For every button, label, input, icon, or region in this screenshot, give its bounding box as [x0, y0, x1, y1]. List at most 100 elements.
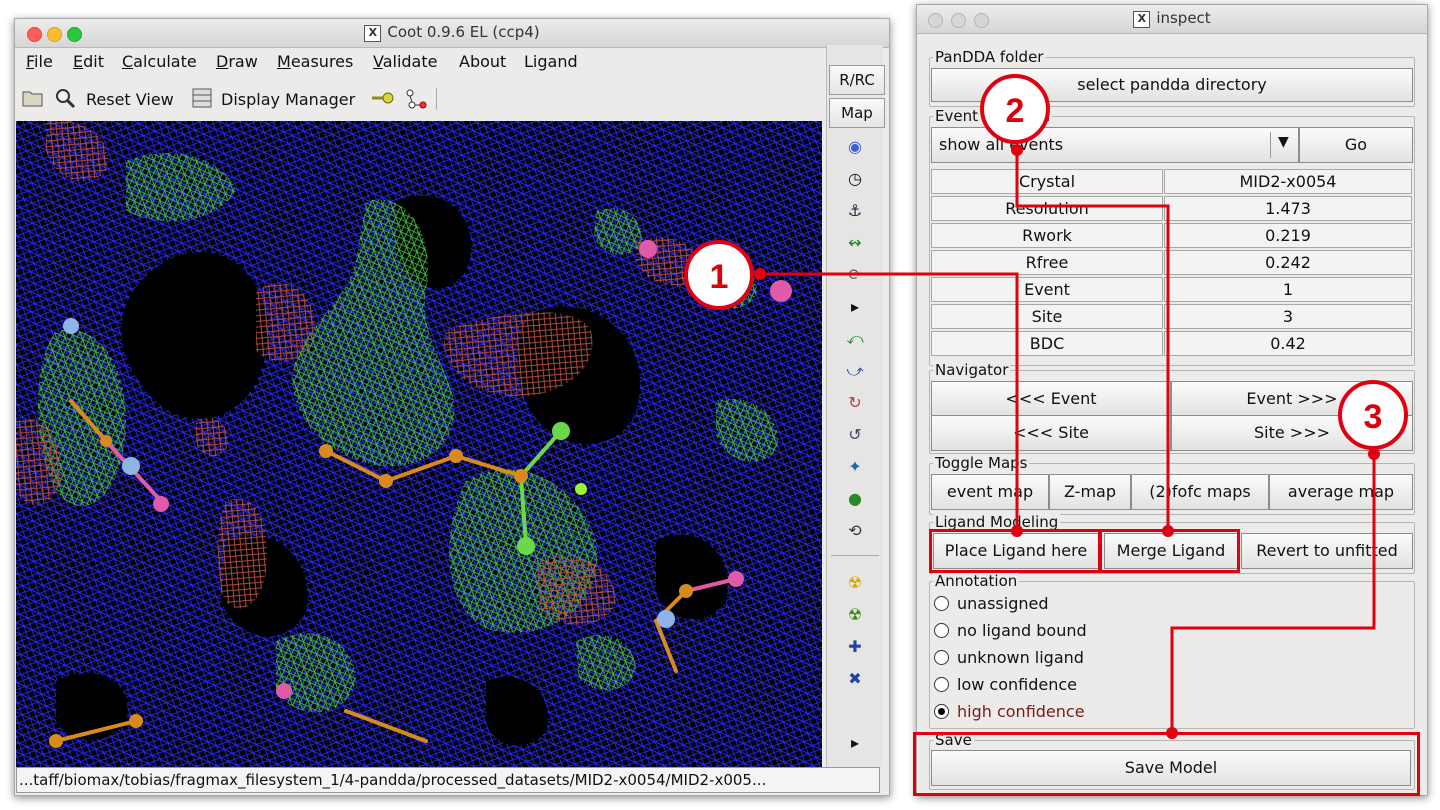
menu-validate-mnemonic: V: [373, 52, 383, 71]
annotation-option-low-confidence[interactable]: low confidence: [934, 674, 1077, 696]
pandda-folder-label: PanDDA folder: [933, 48, 1046, 66]
flip-peptide-icon[interactable]: ✦: [845, 457, 865, 477]
option-label-unknown-ligand: unknown ligand: [957, 648, 1084, 667]
chain-green-icon[interactable]: ⤺: [845, 329, 865, 349]
menu-measures[interactable]: Measures: [277, 52, 353, 71]
annotation-option-unknown-ligand[interactable]: unknown ligand: [934, 647, 1084, 669]
info-value-site: 3: [1164, 304, 1412, 329]
molecule-icon[interactable]: [404, 87, 428, 111]
go-button[interactable]: Go: [1299, 127, 1413, 163]
menu-file[interactable]: File: [26, 52, 53, 71]
annotation-label: Annotation: [933, 572, 1020, 590]
torsion-icon[interactable]: ↺: [845, 425, 865, 445]
highlight-place-ligand: [929, 529, 1101, 573]
display-manager-button[interactable]: Display Manager: [221, 90, 355, 109]
coot-titlebar: X Coot 0.9.6 EL (ccp4): [15, 19, 889, 48]
menu-file-mnemonic: F: [26, 52, 35, 71]
event-map-button[interactable]: event map: [931, 474, 1049, 510]
ligand-modeling-label: Ligand Modeling: [933, 513, 1061, 531]
info-value-crystal: MID2-x0054: [1164, 169, 1412, 194]
navigator-label: Navigator: [933, 361, 1011, 379]
inspect-title: Xinspect: [917, 9, 1427, 28]
map-button[interactable]: Map: [829, 98, 885, 128]
clock-icon[interactable]: ◷: [845, 169, 865, 189]
info-value-event: 1: [1164, 277, 1412, 302]
add-atom-icon[interactable]: ✚: [845, 637, 865, 657]
z-map-button[interactable]: Z-map: [1049, 474, 1131, 510]
highlight-save: [913, 732, 1420, 796]
chain-blue-icon[interactable]: ⤻: [845, 361, 865, 381]
revert-to-unfitted-button[interactable]: Revert to unfitted: [1241, 533, 1413, 569]
info-key-rfree: Rfree: [931, 250, 1163, 275]
option-label-no-ligand: no ligand bound: [957, 621, 1087, 640]
radio-low-confidence[interactable]: [934, 677, 949, 692]
event-filter-dropdown[interactable]: show all events ▼: [931, 127, 1299, 163]
annotation-option-high-confidence[interactable]: high confidence: [934, 701, 1085, 723]
callout-1: 1: [684, 240, 754, 310]
dropdown-separator: [1270, 132, 1271, 158]
expand-arrow-icon[interactable]: ▸: [845, 297, 865, 317]
menu-ligand[interactable]: Ligand: [524, 52, 578, 71]
side-chain-icon[interactable]: ●: [845, 489, 865, 509]
menu-validate-label: alidate: [382, 52, 438, 71]
info-key-event: Event: [931, 277, 1163, 302]
inspect-title-text: inspect: [1156, 9, 1211, 27]
reset-view-button[interactable]: Reset View: [86, 90, 174, 109]
coot-title-text: Coot 0.9.6 EL (ccp4): [387, 23, 540, 41]
anchor-icon[interactable]: ⚓: [845, 201, 865, 221]
info-value-bdc: 0.42: [1164, 331, 1412, 356]
option-label-low-confidence: low confidence: [957, 675, 1077, 694]
menu-about[interactable]: About: [459, 52, 506, 71]
radio-high-confidence[interactable]: [934, 704, 949, 719]
menu-calculate-label: alculate: [133, 52, 197, 71]
menu-validate[interactable]: Validate: [373, 52, 437, 71]
delete-atom-icon[interactable]: ✖: [845, 669, 865, 689]
menubar: File Edit Calculate Draw Measures Valida…: [26, 48, 832, 76]
info-key-site: Site: [931, 304, 1163, 329]
option-label-high-confidence: high confidence: [957, 702, 1085, 721]
rotate-residue-icon[interactable]: ↭: [845, 233, 865, 253]
menu-measures-label: easures: [290, 52, 354, 71]
mutate-icon[interactable]: ⟲: [845, 521, 865, 541]
inspect-titlebar: Xinspect: [917, 5, 1427, 34]
prev-site-button[interactable]: <<< Site: [931, 415, 1171, 451]
radiation-yellow-icon[interactable]: ☢: [845, 573, 865, 593]
option-label-unassigned: unassigned: [957, 594, 1049, 613]
info-value-rwork: 0.219: [1164, 223, 1412, 248]
density-map-view[interactable]: [16, 121, 822, 767]
rrc-button[interactable]: R/RC: [829, 65, 885, 95]
radio-unknown-ligand[interactable]: [934, 650, 949, 665]
sidebar-separator: [831, 555, 879, 556]
toolbar: Reset View Display Manager: [22, 84, 828, 114]
more-arrow-icon[interactable]: ▸: [845, 733, 865, 753]
menu-draw[interactable]: Draw: [216, 52, 258, 71]
radio-unassigned[interactable]: [934, 596, 949, 611]
rotate-translate-icon[interactable]: ⟳: [845, 265, 865, 285]
menu-calculate[interactable]: Calculate: [122, 52, 197, 71]
menu-edit-label: dit: [83, 52, 104, 71]
chevron-down-icon: ▼: [1278, 134, 1289, 150]
folder-icon[interactable]: [22, 88, 44, 108]
info-key-crystal: Crystal: [931, 169, 1163, 194]
fofc-maps-button[interactable]: (2)fofc maps: [1131, 474, 1269, 510]
rotamer-icon[interactable]: ↻: [845, 393, 865, 413]
magnifier-icon[interactable]: [54, 87, 76, 109]
radiation-green-icon[interactable]: ☢: [845, 605, 865, 625]
sphere-refine-icon[interactable]: ◉: [845, 137, 865, 157]
info-value-rfree: 0.242: [1164, 250, 1412, 275]
key-icon[interactable]: [372, 90, 396, 106]
radio-no-ligand[interactable]: [934, 623, 949, 638]
menu-edit[interactable]: Edit: [73, 52, 104, 71]
highlight-merge-ligand: [1099, 529, 1240, 573]
annotation-option-no-ligand[interactable]: no ligand bound: [934, 620, 1087, 642]
x11-icon: X: [1133, 11, 1151, 28]
menu-edit-mnemonic: E: [73, 52, 84, 71]
annotation-option-unassigned[interactable]: unassigned: [934, 593, 1049, 615]
density-mesh-canvas[interactable]: [16, 121, 822, 767]
prev-event-button[interactable]: <<< Event: [931, 381, 1171, 417]
info-key-resolution: Resolution: [931, 196, 1163, 221]
toggle-maps-label: Toggle Maps: [933, 454, 1030, 472]
display-manager-icon[interactable]: [192, 88, 212, 108]
callout-3: 3: [1338, 380, 1408, 450]
average-map-button[interactable]: average map: [1269, 474, 1413, 510]
